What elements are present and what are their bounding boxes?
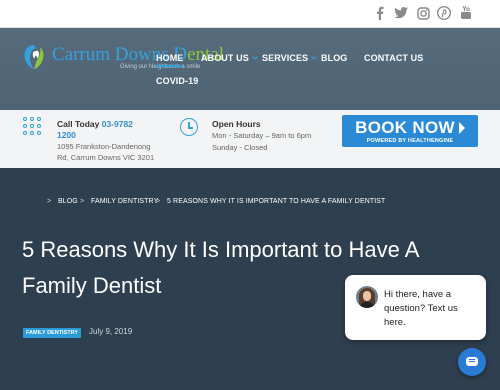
breadcrumb-current: 5 REASONS WHY IT IS IMPORTANT TO HAVE A …	[167, 198, 386, 205]
hours-sunday: Sunday - Closed	[212, 143, 268, 152]
keypad-icon	[23, 117, 43, 135]
chevron-down-icon	[311, 54, 317, 60]
avatar	[356, 286, 378, 308]
nav-home[interactable]: HOME	[156, 53, 184, 67]
twitter-icon[interactable]	[393, 7, 409, 23]
address-line-2: Rd, Carrum Downs VIC 3201	[57, 153, 155, 162]
book-now-subtext: POWERED BY HEALTHENGINE	[366, 138, 454, 144]
breadcrumb-blog[interactable]: BLOG	[58, 198, 78, 205]
phone-link-continued[interactable]: 1200	[57, 130, 76, 140]
social-bar	[0, 0, 500, 28]
chat-launcher-button[interactable]	[458, 348, 486, 376]
category-badge[interactable]: FAMILY DENTISTRY	[23, 328, 82, 338]
chat-icon	[466, 357, 478, 366]
breadcrumb-sep-icon: >	[80, 198, 85, 205]
nav-covid-19[interactable]: COVID-19	[156, 76, 198, 86]
breadcrumb-sep-icon: >	[47, 198, 52, 205]
post-date: July 9, 2019	[89, 327, 133, 336]
youtube-icon[interactable]	[458, 5, 474, 24]
book-now-label-row: BOOK NOW	[342, 118, 478, 138]
book-now-label: BOOK NOW	[355, 118, 455, 137]
phone-link[interactable]: 03-9782	[102, 119, 133, 129]
nav-services[interactable]: SERVICES	[262, 53, 317, 63]
site-logo[interactable]: Carrum Downs Dental	[52, 44, 224, 66]
tooth-logo-icon[interactable]	[23, 44, 45, 70]
nav-about-us[interactable]: ABOUT US	[201, 53, 258, 63]
chevron-down-icon	[251, 54, 258, 60]
hours-title: Open Hours	[212, 119, 261, 129]
call-label: Call Today	[57, 119, 102, 129]
call-today: Call Today 03-9782	[57, 119, 133, 129]
breadcrumb-category[interactable]: FAMILY DENTISTRY	[91, 198, 158, 205]
chat-prompt-bubble[interactable]: Hi there, have a question? Text us here.	[345, 275, 486, 340]
breadcrumb-sep-icon: >	[156, 198, 161, 205]
book-now-button[interactable]: BOOK NOW POWERED BY HEALTHENGINE	[342, 115, 478, 147]
chat-message: Hi there, have a question? Text us here.	[384, 289, 458, 328]
facebook-icon[interactable]	[372, 6, 388, 24]
play-arrow-icon	[458, 122, 465, 134]
site-header	[0, 28, 500, 110]
hours-weekday: Mon - Saturday – 9am to 6pm	[212, 131, 312, 140]
clock-icon	[180, 118, 198, 136]
nav-blog[interactable]: BLOG	[321, 53, 347, 63]
nav-services-label: SERVICES	[262, 53, 309, 63]
pinterest-icon[interactable]	[436, 5, 452, 24]
nav-about-us-label: ABOUT US	[201, 53, 249, 63]
instagram-icon[interactable]	[415, 7, 431, 24]
nav-contact-us[interactable]: CONTACT US	[364, 53, 423, 63]
